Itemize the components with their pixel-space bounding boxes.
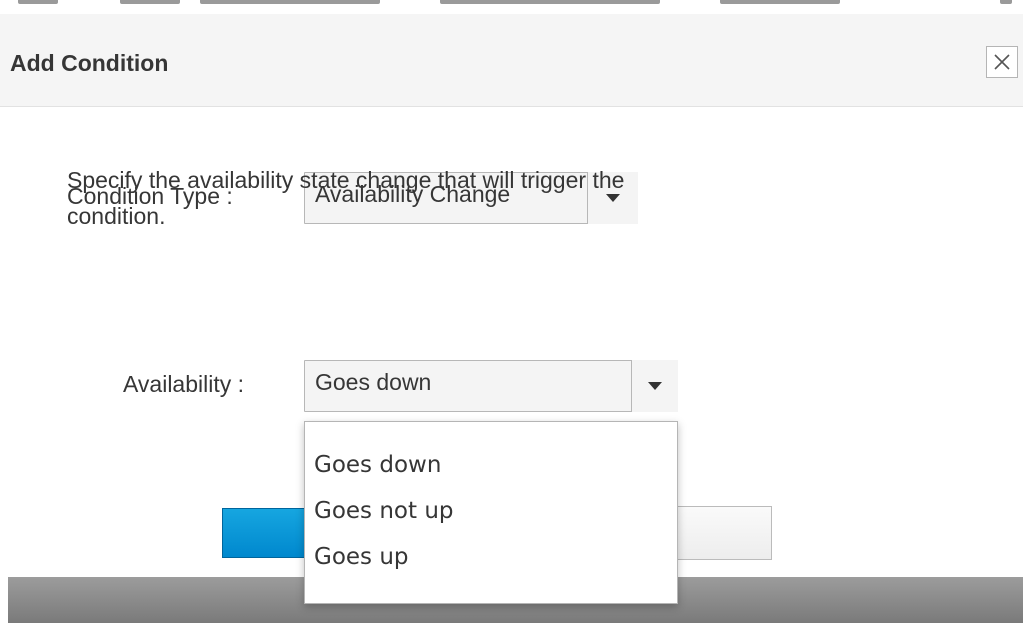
availability-label: Availability : — [123, 371, 245, 397]
availability-description: Specify the availability state change th… — [67, 167, 625, 229]
background-page-strip — [0, 0, 1023, 14]
dialog-title: Add Condition — [10, 50, 169, 76]
footer-edge — [0, 577, 8, 623]
option-goes-down[interactable]: Goes down — [305, 442, 677, 488]
close-button[interactable] — [986, 46, 1018, 78]
dialog-header: Add Condition — [0, 14, 1023, 107]
save-button[interactable] — [222, 508, 312, 558]
availability-dropdown-menu: Goes down Goes not up Goes up — [304, 421, 678, 604]
caret-down-icon — [648, 382, 662, 390]
close-icon — [994, 54, 1010, 70]
availability-dropdown-toggle[interactable] — [631, 360, 678, 412]
availability-select[interactable]: Goes down — [304, 360, 678, 412]
availability-value: Goes down — [315, 369, 432, 395]
option-goes-up[interactable]: Goes up — [305, 534, 677, 580]
option-goes-not-up[interactable]: Goes not up — [305, 488, 677, 534]
